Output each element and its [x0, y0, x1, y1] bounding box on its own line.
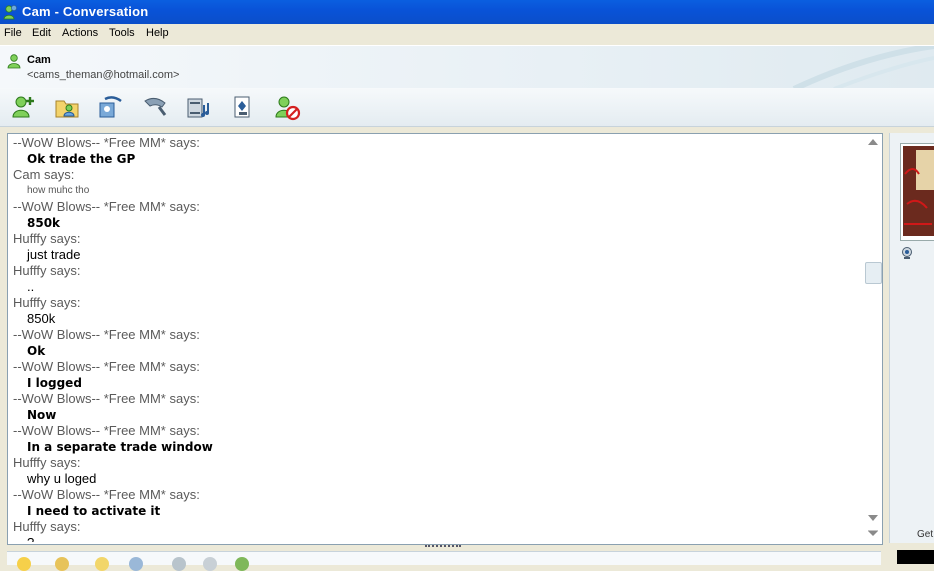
messenger-buddy-icon	[3, 5, 17, 20]
contact-display-picture[interactable]	[900, 143, 934, 241]
menu-bar: File Edit Actions Tools Help	[0, 24, 934, 44]
own-display-picture[interactable]	[897, 550, 934, 564]
video-call-icon[interactable]	[97, 93, 125, 121]
background-icon[interactable]	[129, 557, 143, 571]
menu-tools[interactable]: Tools	[109, 27, 135, 39]
window-title: Cam - Conversation	[22, 4, 149, 19]
voice-clip-icon[interactable]	[55, 557, 69, 571]
wink-icon[interactable]	[95, 557, 109, 571]
menu-actions[interactable]: Actions	[62, 27, 98, 39]
menu-edit[interactable]: Edit	[32, 27, 51, 39]
message-sender: --WoW Blows-- *Free MM* says:	[13, 423, 200, 438]
message-sender: Hufffy says:	[13, 263, 81, 278]
font-icon[interactable]	[203, 557, 217, 571]
block-icon[interactable]	[273, 93, 301, 121]
menu-file[interactable]: File	[4, 27, 22, 39]
splitter-grip[interactable]	[425, 545, 461, 549]
message-sender: Cam says:	[13, 167, 75, 182]
contact-name: Cam	[27, 54, 51, 66]
compose-toolbar	[7, 551, 881, 571]
message-sender: --WoW Blows-- *Free MM* says:	[13, 327, 200, 342]
message-text: In a separate trade window	[27, 440, 213, 454]
message-sender: --WoW Blows-- *Free MM* says:	[13, 391, 200, 406]
add-contact-icon[interactable]	[10, 93, 38, 121]
voice-call-icon[interactable]	[141, 93, 169, 121]
scrollbar-thumb[interactable]	[865, 262, 882, 284]
title-bar: Cam - Conversation	[0, 0, 934, 24]
menu-help[interactable]: Help	[146, 27, 169, 39]
display-picture-panel: Get	[889, 133, 934, 543]
webcam-icon[interactable]	[900, 246, 914, 260]
message-text: Ok	[27, 344, 46, 358]
conversation-scrollbar[interactable]	[865, 135, 882, 542]
message-text: 850k	[27, 216, 61, 230]
action-toolbar	[0, 88, 934, 127]
message-list: --WoW Blows-- *Free MM* says: Ok trade t…	[13, 135, 858, 542]
scroll-down-arrow-icon[interactable]	[868, 515, 878, 521]
message-text: just trade	[27, 247, 81, 262]
scroll-to-end-icon[interactable]	[868, 530, 878, 536]
message-sender: Hufffy says:	[13, 519, 81, 534]
message-text: I need to activate it	[27, 504, 161, 518]
message-text: ..	[27, 279, 35, 294]
message-text: Ok trade the GP	[27, 152, 136, 166]
message-text: why u loged	[27, 471, 97, 486]
contact-status-icon	[7, 54, 21, 69]
contact-email: <cams_theman@hotmail.com>	[27, 69, 180, 81]
scroll-up-arrow-icon[interactable]	[868, 139, 878, 145]
activities-icon[interactable]	[185, 93, 213, 121]
message-sender: --WoW Blows-- *Free MM* says:	[13, 487, 200, 502]
message-sender: --WoW Blows-- *Free MM* says:	[13, 135, 200, 150]
nudge-icon[interactable]	[172, 557, 186, 571]
games-icon[interactable]	[229, 93, 257, 121]
conversation-history[interactable]: --WoW Blows-- *Free MM* says: Ok trade t…	[7, 133, 883, 545]
message-text: how muhc tho	[27, 185, 90, 196]
pane-splitter[interactable]	[0, 544, 888, 550]
message-sender: Hufffy says:	[13, 231, 81, 246]
message-sender: Hufffy says:	[13, 455, 81, 470]
message-text: I logged	[27, 376, 82, 390]
message-text: 850k	[27, 311, 56, 326]
get-label[interactable]: Get	[917, 529, 933, 540]
emoticon-icon[interactable]	[17, 557, 31, 571]
contact-header: Cam <cams_theman@hotmail.com>	[0, 45, 934, 89]
message-sender: Hufffy says:	[13, 295, 81, 310]
handwriting-icon[interactable]	[235, 557, 249, 571]
message-text: Now	[27, 408, 57, 422]
header-decoration	[792, 46, 934, 89]
share-files-icon[interactable]	[53, 93, 81, 121]
message-text: ?	[13, 535, 858, 542]
message-sender: --WoW Blows-- *Free MM* says:	[13, 199, 200, 214]
message-sender: --WoW Blows-- *Free MM* says:	[13, 359, 200, 374]
